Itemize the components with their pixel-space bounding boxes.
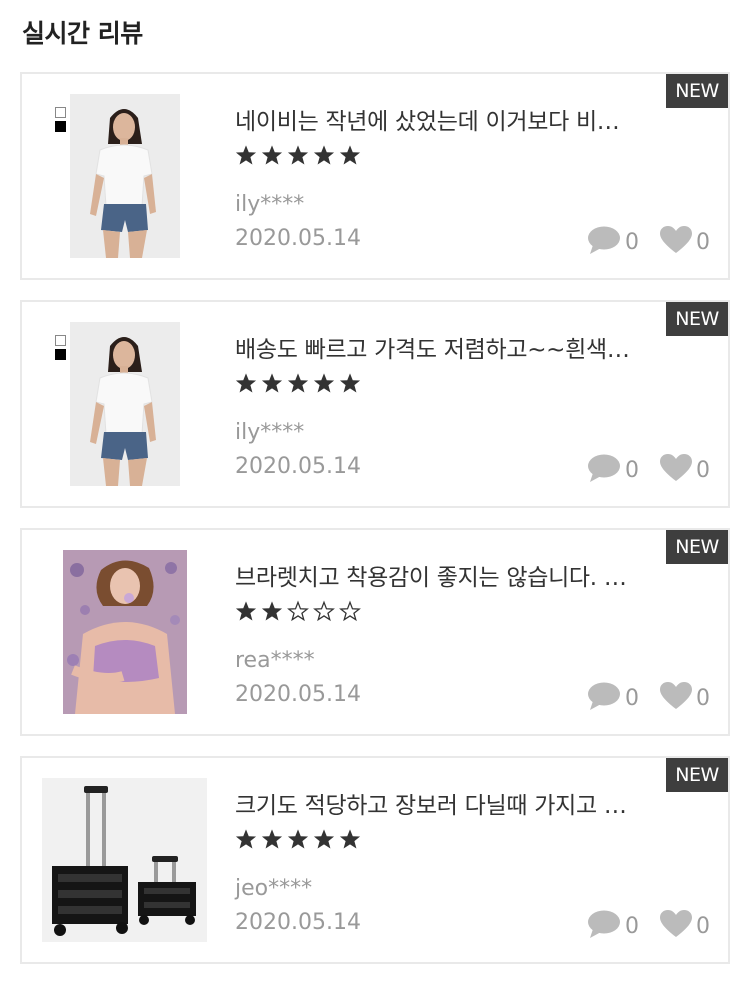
star-filled-icon [261, 829, 283, 849]
like-count[interactable]: 0 [660, 224, 710, 255]
star-filled-icon [261, 373, 283, 393]
comment-count-value: 0 [625, 686, 639, 711]
star-filled-icon [339, 829, 361, 849]
like-count[interactable]: 0 [660, 908, 710, 939]
review-date: 2020.05.14 [235, 910, 361, 935]
review-author: ily**** [235, 192, 305, 217]
star-rating [235, 828, 361, 850]
star-outline-icon [287, 600, 309, 622]
comment-count-value: 0 [625, 914, 639, 939]
star-filled-icon [261, 601, 283, 621]
star-rating [235, 600, 361, 622]
star-filled-icon [339, 373, 361, 393]
comment-bubble-icon [588, 910, 620, 938]
star-filled-icon [287, 145, 309, 165]
heart-icon [660, 225, 692, 253]
color-swatch-white [55, 335, 66, 346]
star-filled-icon [313, 829, 335, 849]
review-text[interactable]: 크기도 적당하고 장보러 다닐때 가지고 … [235, 786, 675, 820]
review-date: 2020.05.14 [235, 454, 361, 479]
new-badge: NEW [666, 530, 728, 564]
review-date: 2020.05.14 [235, 226, 361, 251]
star-outline-icon [313, 600, 335, 622]
heart-icon [660, 453, 692, 481]
comment-count[interactable]: 0 [587, 452, 639, 483]
comment-bubble-icon [588, 682, 620, 710]
like-count-value: 0 [696, 686, 710, 711]
review-card[interactable]: NEW 네이비는 작년에 샀었는데 이거보다 비… ily**** 2020.0… [20, 72, 730, 280]
new-badge: NEW [666, 302, 728, 336]
color-swatch-black [55, 349, 66, 360]
heart-icon [660, 681, 692, 709]
review-card[interactable]: NEW 크기도 적당하고 장보러 다닐때 가지고 … jeo**** 2020.… [20, 756, 730, 964]
review-text[interactable]: 네이비는 작년에 샀었는데 이거보다 비… [235, 102, 675, 136]
product-thumbnail[interactable] [42, 778, 207, 942]
product-thumbnail[interactable] [70, 322, 180, 486]
star-rating [235, 372, 361, 394]
like-count[interactable]: 0 [660, 680, 710, 711]
star-outline-icon [339, 600, 361, 622]
star-filled-icon [313, 373, 335, 393]
color-swatch-black [55, 121, 66, 132]
review-card[interactable]: NEW 브라렛치고 착용감이 좋지는 않습니다. … rea**** 2020.… [20, 528, 730, 736]
product-thumbnail[interactable] [63, 550, 187, 714]
comment-count[interactable]: 0 [587, 224, 639, 255]
star-filled-icon [313, 145, 335, 165]
comment-count-value: 0 [625, 230, 639, 255]
star-rating [235, 144, 361, 166]
review-author: ily**** [235, 420, 305, 445]
like-count-value: 0 [696, 914, 710, 939]
comment-bubble-icon [588, 226, 620, 254]
product-thumbnail[interactable] [70, 94, 180, 258]
comment-count-value: 0 [625, 458, 639, 483]
review-author: rea**** [235, 648, 315, 673]
star-filled-icon [287, 829, 309, 849]
star-filled-icon [261, 145, 283, 165]
heart-icon [660, 909, 692, 937]
review-date: 2020.05.14 [235, 682, 361, 707]
star-filled-icon [339, 145, 361, 165]
section-title: 실시간 리뷰 [22, 19, 143, 48]
review-card[interactable]: NEW 배송도 빠르고 가격도 저렴하고~~흰색… ily**** 2020.0… [20, 300, 730, 508]
comment-count[interactable]: 0 [587, 908, 639, 939]
star-filled-icon [235, 601, 257, 621]
star-filled-icon [235, 829, 257, 849]
comment-count[interactable]: 0 [587, 680, 639, 711]
like-count-value: 0 [696, 458, 710, 483]
new-badge: NEW [666, 74, 728, 108]
star-filled-icon [287, 373, 309, 393]
color-swatch-white [55, 107, 66, 118]
new-badge: NEW [666, 758, 728, 792]
review-text[interactable]: 배송도 빠르고 가격도 저렴하고~~흰색… [235, 330, 675, 364]
star-filled-icon [235, 145, 257, 165]
star-filled-icon [235, 373, 257, 393]
like-count-value: 0 [696, 230, 710, 255]
review-text[interactable]: 브라렛치고 착용감이 좋지는 않습니다. … [235, 558, 675, 592]
comment-bubble-icon [588, 454, 620, 482]
like-count[interactable]: 0 [660, 452, 710, 483]
review-author: jeo**** [235, 876, 313, 901]
